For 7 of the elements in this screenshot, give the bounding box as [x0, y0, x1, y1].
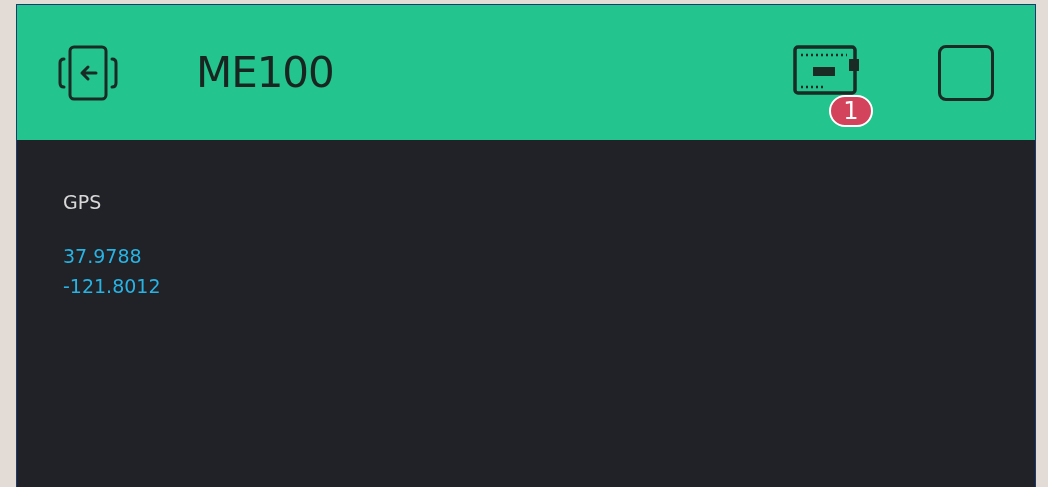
- exit-icon[interactable]: [58, 44, 118, 101]
- square-icon[interactable]: [938, 44, 994, 101]
- widget-label: GPS: [63, 190, 103, 215]
- notification-badge: 1: [829, 94, 873, 127]
- gps-value: 37.9788: [63, 243, 143, 269]
- project-title: ME100: [196, 47, 334, 99]
- gps-value: -121.8012: [63, 273, 162, 299]
